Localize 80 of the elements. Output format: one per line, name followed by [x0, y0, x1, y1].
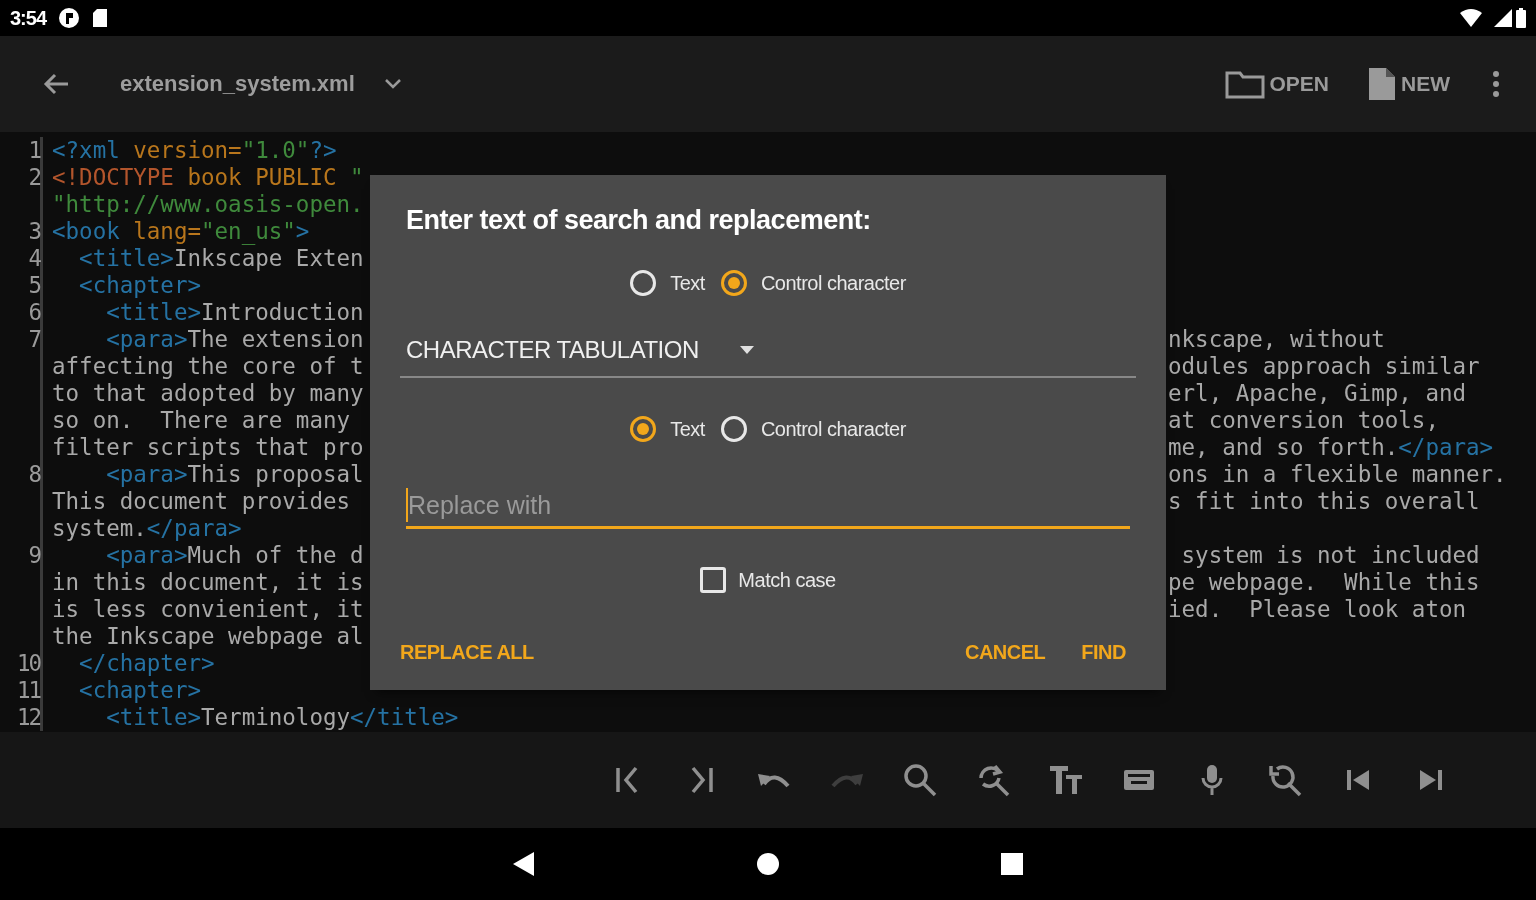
code-text: <book lang="en_us">: [52, 218, 310, 245]
dialog-title: Enter text of search and replacement:: [405, 205, 872, 236]
code-text: affecting the core of t: [52, 353, 364, 380]
code-text: <title>Introduction: [105, 299, 364, 326]
code-text: "http://www.oasis-open.: [52, 191, 364, 218]
dropdown-caret-icon: [738, 345, 755, 355]
line-number: 2: [28, 164, 40, 190]
code-text: s fit into this overall: [1168, 488, 1480, 515]
radio-option[interactable]: Text: [630, 270, 705, 296]
search-icon[interactable]: [902, 762, 938, 798]
code-text: <?xml version="1.0"?>: [52, 137, 337, 164]
home-icon[interactable]: [756, 852, 780, 876]
code-text: ons in a flexible manner.: [1168, 461, 1507, 488]
line-number: 10: [16, 650, 40, 676]
sd-card-icon: [92, 8, 109, 28]
code-text: the Inkscape webpage al: [52, 623, 364, 650]
code-text: </chapter>: [78, 650, 215, 677]
line-number: 8: [28, 461, 40, 487]
code-text: <chapter>: [78, 272, 201, 299]
line-number: 11: [16, 677, 40, 703]
code-text: is less convienient, it: [52, 596, 364, 623]
radio-option[interactable]: Control character: [720, 416, 906, 442]
radio-label: Control character: [760, 417, 906, 441]
code-text: <!DOCTYPE book PUBLIC ": [52, 164, 364, 191]
radio-option[interactable]: Text: [630, 416, 705, 442]
code-text: pe webpage. While this: [1168, 569, 1480, 596]
replace-all-button[interactable]: REPLACE ALL: [400, 635, 534, 670]
back-icon[interactable]: [512, 851, 536, 877]
code-text: <title>Terminology</title>: [105, 704, 459, 731]
battery-icon: [1516, 8, 1526, 28]
folder-icon: [1225, 69, 1266, 99]
match-case-checkbox[interactable]: Match case: [700, 567, 836, 593]
code-text: system is not included: [1180, 542, 1480, 569]
line-number: 9: [28, 542, 40, 568]
code-text: in this document, it is: [52, 569, 364, 596]
code-text: erl, Apache, Gimp, and: [1168, 380, 1466, 407]
character-dropdown[interactable]: CHARACTER TABULATION: [400, 324, 1136, 378]
code-text: odules approach similar: [1168, 353, 1480, 380]
more-menu-icon[interactable]: [1492, 70, 1500, 98]
radio-label: Text: [670, 417, 705, 441]
code-text: <para>This proposal: [105, 461, 364, 488]
code-text: filter scripts that pro: [52, 434, 364, 461]
radio-label: Text: [670, 271, 705, 295]
open-button[interactable]: OPEN: [1219, 65, 1335, 103]
line-number: 4: [28, 245, 40, 271]
line-number: 6: [28, 299, 40, 325]
back-arrow-icon[interactable]: [42, 72, 70, 96]
line-number: 5: [28, 272, 40, 298]
code-text: This document provides: [52, 488, 350, 515]
new-button[interactable]: NEW: [1361, 62, 1456, 106]
code-text: system.</para>: [52, 515, 242, 542]
line-number: 3: [28, 218, 40, 244]
signal-icon: [1494, 9, 1512, 27]
file-icon: [1367, 66, 1397, 102]
line-number: 12: [16, 704, 40, 730]
code-text: me, and so forth.</para>: [1168, 434, 1494, 461]
code-text: <title>Inkscape Exten: [78, 245, 364, 272]
recents-icon[interactable]: [1000, 852, 1024, 876]
code-text: <chapter>: [78, 677, 201, 704]
search-back-icon[interactable]: [1267, 762, 1303, 798]
radio-label: Control character: [760, 271, 906, 295]
code-text: at conversion tools,: [1168, 407, 1439, 434]
status-time: 3:54: [10, 6, 47, 30]
code-text: <para>Much of the d: [105, 542, 364, 569]
dropdown-caret-icon[interactable]: [382, 77, 403, 91]
cancel-button[interactable]: CANCEL: [965, 635, 1046, 670]
code-text: to that adopted by many: [52, 380, 364, 407]
line-number: 1: [28, 137, 40, 163]
checkbox-label: Match case: [738, 568, 836, 592]
code-text: <para>The extension: [105, 326, 364, 353]
file-name[interactable]: extension_system.xml: [120, 71, 355, 97]
find-button[interactable]: FIND: [1081, 635, 1126, 670]
radio-option[interactable]: Control character: [720, 270, 906, 296]
code-text: so on. There are many: [52, 407, 350, 434]
wifi-icon: [1460, 9, 1482, 27]
replace-field[interactable]: Replace with: [406, 484, 1130, 529]
code-text: nkscape, without: [1168, 326, 1385, 353]
line-number: 7: [28, 326, 40, 352]
code-text: ied. Please look aton: [1168, 596, 1466, 623]
notification-icon: [58, 7, 81, 29]
